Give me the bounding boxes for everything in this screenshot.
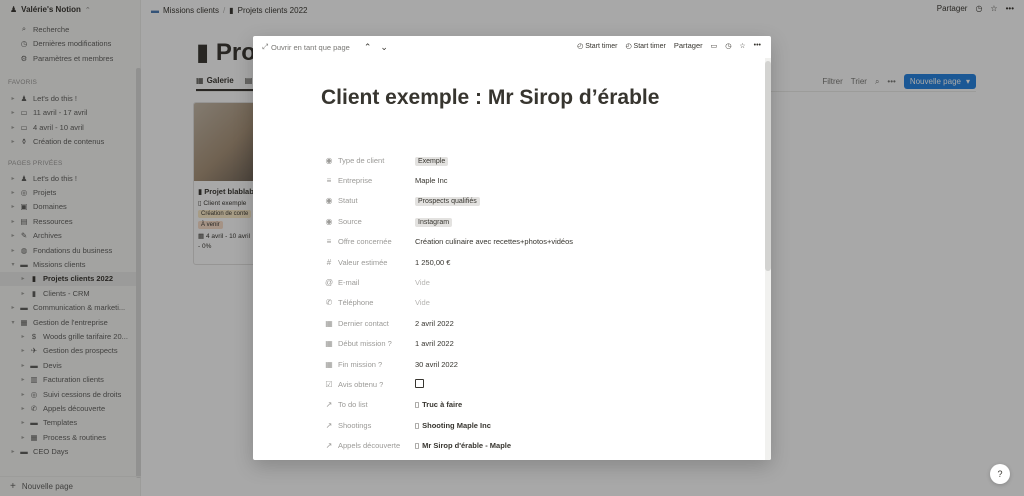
property-relation[interactable]: ▯ Mr Sirop d'érable - Maple — [415, 441, 511, 450]
property-type-icon: ☑ — [325, 379, 333, 389]
modal-nav: ⌃ ⌄ — [364, 42, 388, 53]
property-name[interactable]: Dernier contact — [338, 319, 415, 328]
property-value[interactable]: Création culinaire avec recettes+photos+… — [415, 237, 573, 246]
share-button[interactable]: Partager — [674, 41, 703, 50]
property-value[interactable]: 1 avril 2022 — [415, 339, 454, 348]
property-checkbox[interactable] — [415, 378, 424, 390]
chevron-up-icon[interactable]: ⌃ — [364, 42, 372, 53]
property-type-icon: ≡ — [326, 237, 332, 247]
property-fin-mission: ▦ Fin mission ? 30 avril 2022 — [323, 357, 743, 371]
property-type-icon: ✆ — [325, 298, 333, 308]
relation-label: Mr Sirop d'érable - Maple — [422, 441, 512, 451]
property-name[interactable]: Entreprise — [338, 176, 415, 185]
property-to-do-list: ↗ To do list ▯ Truc à faire — [323, 398, 743, 412]
property-devis: ↗Devis▯Devis 131 - Maple Inc — [323, 459, 743, 460]
start-timer-button[interactable]: ◴ Start timer — [577, 42, 617, 50]
modal-toolbar: ⤢ Ouvrir en tant que page ⌃ ⌄ ◴ Start ti… — [253, 36, 771, 58]
property-type-icon: @ — [324, 277, 334, 287]
property-entreprise: ≡ Entreprise Maple Inc — [323, 173, 743, 187]
property-tag: Exemple — [415, 156, 449, 166]
more-icon[interactable]: ••• — [754, 42, 761, 49]
property-name[interactable]: Offre concernée — [338, 237, 415, 246]
property-type-icon: ≡ — [326, 175, 332, 185]
property-tag: Prospects qualifiés — [415, 197, 480, 207]
timer-icon: ◴ — [577, 42, 584, 50]
property-type-icon: ◉ — [325, 196, 333, 206]
property-value[interactable]: Exemple — [415, 156, 449, 166]
comment-icon[interactable]: ▭ — [711, 42, 718, 50]
property-name[interactable]: Type de client — [338, 156, 415, 165]
help-button[interactable]: ? — [990, 464, 1010, 484]
property-tag: Instagram — [415, 217, 453, 227]
property-type-icon: ↗ — [325, 420, 333, 430]
property-type-de-client: ◉ Type de client Exemple — [323, 153, 743, 167]
property-name[interactable]: Statut — [338, 196, 415, 205]
expand-icon: ⤢ — [262, 42, 268, 51]
property-type-icon: ▦ — [325, 359, 333, 369]
property-type-icon: # — [326, 257, 332, 267]
relation-label: Truc à faire — [422, 400, 463, 410]
page-peek-modal: ⤢ Ouvrir en tant que page ⌃ ⌄ ◴ Start ti… — [253, 36, 771, 460]
page-icon: ▯ — [415, 420, 420, 430]
property-source: ◉ Source Instagram — [323, 214, 743, 228]
property-name[interactable]: Source — [338, 217, 415, 226]
property-value[interactable]: 1 250,00 € — [415, 258, 450, 267]
start-timer-label-2: Start timer — [633, 42, 666, 50]
property-type-icon: ◉ — [325, 216, 333, 226]
property-type-icon: ▦ — [325, 318, 333, 328]
property-name[interactable]: E-mail — [338, 278, 415, 287]
start-timer-button-2[interactable]: ◴ Start timer — [625, 42, 665, 50]
page-icon: ▯ — [415, 400, 420, 410]
property-value[interactable]: 30 avril 2022 — [415, 360, 458, 369]
property-name[interactable]: To do list — [338, 400, 415, 409]
property-name[interactable]: Appels découverte — [338, 441, 415, 450]
property-dernier-contact: ▦ Dernier contact 2 avril 2022 — [323, 316, 743, 330]
relation-label: Shooting Maple Inc — [422, 420, 491, 430]
property-debut-mission: ▦ Début mission ? 1 avril 2022 — [323, 337, 743, 351]
property-type-icon: ▦ — [325, 339, 333, 349]
history-icon[interactable]: ◷ — [725, 42, 731, 50]
property-telephone: ✆ Téléphone Vide — [323, 296, 743, 310]
timer-icon: ◴ — [625, 42, 632, 50]
modal-scrollbar[interactable] — [765, 61, 771, 271]
property-name[interactable]: Shootings — [338, 421, 415, 430]
property-statut: ◉ Statut Prospects qualifiés — [323, 194, 743, 208]
property-name[interactable]: Valeur estimée — [338, 258, 415, 267]
property-name[interactable]: Avis obtenu ? — [338, 380, 415, 389]
property-type-icon: ↗ — [325, 441, 333, 451]
property-value[interactable]: Prospects qualifiés — [415, 196, 480, 207]
property-name[interactable]: Téléphone — [338, 298, 415, 307]
property-e-mail: @ E-mail Vide — [323, 275, 743, 289]
property-name[interactable]: Début mission ? — [338, 339, 415, 348]
open-as-page-label: Ouvrir en tant que page — [271, 42, 350, 52]
property-valeur-estimee: # Valeur estimée 1 250,00 € — [323, 255, 743, 269]
property-value[interactable]: Vide — [415, 298, 430, 307]
chevron-down-icon[interactable]: ⌄ — [380, 42, 388, 53]
property-offre-concernee: ≡ Offre concernée Création culinaire avec … — [323, 235, 743, 249]
property-avis-obtenu: ☑ Avis obtenu ? — [323, 377, 743, 391]
property-value[interactable]: Instagram — [415, 217, 453, 227]
page-icon: ▯ — [415, 441, 420, 451]
property-appels-decouverte: ↗ Appels découverte ▯ Mr Sirop d'érable - M… — [323, 439, 743, 453]
start-timer-label: Start timer — [585, 42, 618, 50]
property-type-icon: ↗ — [325, 400, 333, 410]
open-as-page-button[interactable]: ⤢ Ouvrir en tant que page — [262, 42, 350, 52]
property-value[interactable]: 2 avril 2022 — [415, 319, 454, 328]
property-relation[interactable]: ▯ Truc à faire — [415, 400, 462, 409]
modal-page-title[interactable]: Client exemple : Mr Sirop d’érable — [321, 86, 659, 110]
property-type-icon: ◉ — [325, 155, 333, 165]
checkbox[interactable] — [415, 378, 424, 388]
star-icon[interactable]: ☆ — [739, 42, 745, 50]
property-name[interactable]: Fin mission ? — [338, 360, 415, 369]
property-value[interactable]: Vide — [415, 278, 430, 287]
property-relation[interactable]: ▯ Shooting Maple Inc — [415, 421, 491, 430]
notion-app: ♟ Valérie's Notion ⌃ ⌕ Recherche ◷ Dernière… — [0, 0, 1024, 496]
modal-actions: ◴ Start timer ◴ Start timer Partager ▭ ◷… — [577, 41, 761, 50]
property-value[interactable]: Maple Inc — [415, 176, 448, 185]
property-shootings: ↗ Shootings ▯ Shooting Maple Inc — [323, 418, 743, 432]
